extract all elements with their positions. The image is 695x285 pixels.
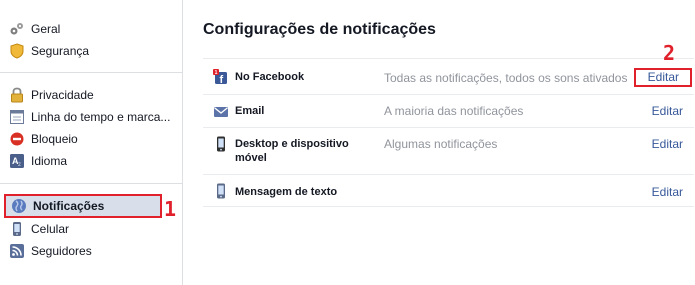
phone-icon	[213, 136, 229, 152]
edit-link-on-facebook[interactable]: Editar	[633, 68, 692, 87]
sidebar-group-privacy: Privacidade Linha do tempo e marca... Bl…	[0, 84, 182, 172]
settings-row-email[interactable]: Email A maioria das notificações Editar	[203, 94, 694, 127]
sidebar-divider	[0, 183, 182, 184]
sidebar-item-geral[interactable]: Geral	[0, 18, 182, 40]
sms-phone-icon	[213, 183, 229, 199]
sidebar-item-label: Seguidores	[31, 244, 92, 258]
row-value: A maioria das notificações	[384, 104, 524, 118]
globe-icon	[11, 198, 27, 214]
sidebar-group-account: Geral Segurança	[0, 18, 182, 62]
sidebar-item-label: Linha do tempo e marca...	[31, 110, 171, 124]
notification-settings-panel: Configurações de notificações f1 No Face…	[183, 0, 695, 285]
row-value: Todas as notificações, todos os sons ati…	[384, 71, 628, 85]
settings-row-desktop-mobile[interactable]: Desktop e dispositivo móvel Algumas noti…	[203, 127, 694, 174]
edit-link-email[interactable]: Editar	[652, 104, 683, 118]
sidebar-item-seguranca[interactable]: Segurança	[0, 40, 182, 62]
row-title: No Facebook	[235, 71, 305, 83]
svg-text:f: f	[220, 74, 224, 85]
row-title: Mensagem de texto	[235, 186, 338, 198]
sidebar-item-label: Privacidade	[31, 88, 94, 102]
edit-link-text-message[interactable]: Editar	[652, 185, 683, 199]
sidebar-group-notifications: Notificações Celular Seguidores	[0, 194, 182, 262]
row-value: Algumas notificações	[384, 137, 498, 151]
svg-text:z: z	[18, 162, 21, 168]
notification-settings-table: f1 No Facebook Todas as notificações, to…	[203, 58, 694, 207]
sidebar-item-label: Bloqueio	[31, 132, 78, 146]
facebook-notification-icon: f1	[213, 69, 229, 86]
svg-text:1: 1	[215, 70, 218, 76]
annotation-marker-1: 1	[164, 197, 177, 221]
sidebar-item-notificacoes[interactable]: Notificações	[4, 194, 162, 218]
sidebar-item-label: Notificações	[33, 199, 105, 213]
page-title: Configurações de notificações	[203, 21, 436, 38]
lock-icon	[9, 87, 25, 103]
row-title: Email	[235, 105, 265, 117]
sidebar-item-idioma[interactable]: Az Idioma	[0, 150, 182, 172]
sidebar-divider	[0, 72, 182, 73]
row-title: Desktop e dispositivo móvel	[235, 138, 349, 164]
sidebar-item-label: Idioma	[31, 154, 68, 168]
sidebar-item-label: Celular	[31, 222, 70, 236]
block-icon	[9, 131, 25, 147]
mobile-icon	[9, 221, 25, 237]
sidebar-item-linha-do-tempo[interactable]: Linha do tempo e marca...	[0, 106, 182, 128]
settings-row-text-message[interactable]: Mensagem de texto Editar	[203, 174, 694, 207]
sidebar-item-label: Segurança	[31, 44, 90, 58]
shield-icon	[9, 43, 25, 59]
timeline-icon	[9, 109, 25, 125]
rss-icon	[9, 243, 25, 259]
sidebar-item-bloqueio[interactable]: Bloqueio	[0, 128, 182, 150]
sidebar-item-label: Geral	[31, 22, 61, 36]
email-icon	[213, 104, 229, 120]
settings-sidebar: Geral Segurança Privacidade Linha do tem…	[0, 0, 183, 285]
annotation-marker-2: 2	[663, 41, 676, 65]
settings-row-on-facebook[interactable]: f1 No Facebook Todas as notificações, to…	[203, 58, 694, 94]
sidebar-item-privacidade[interactable]: Privacidade	[0, 84, 182, 106]
sidebar-item-seguidores[interactable]: Seguidores	[0, 240, 182, 262]
gears-icon	[9, 21, 25, 37]
sidebar-item-celular[interactable]: Celular	[0, 218, 182, 240]
edit-link-desktop-mobile[interactable]: Editar	[652, 137, 683, 151]
language-icon: Az	[9, 153, 25, 169]
